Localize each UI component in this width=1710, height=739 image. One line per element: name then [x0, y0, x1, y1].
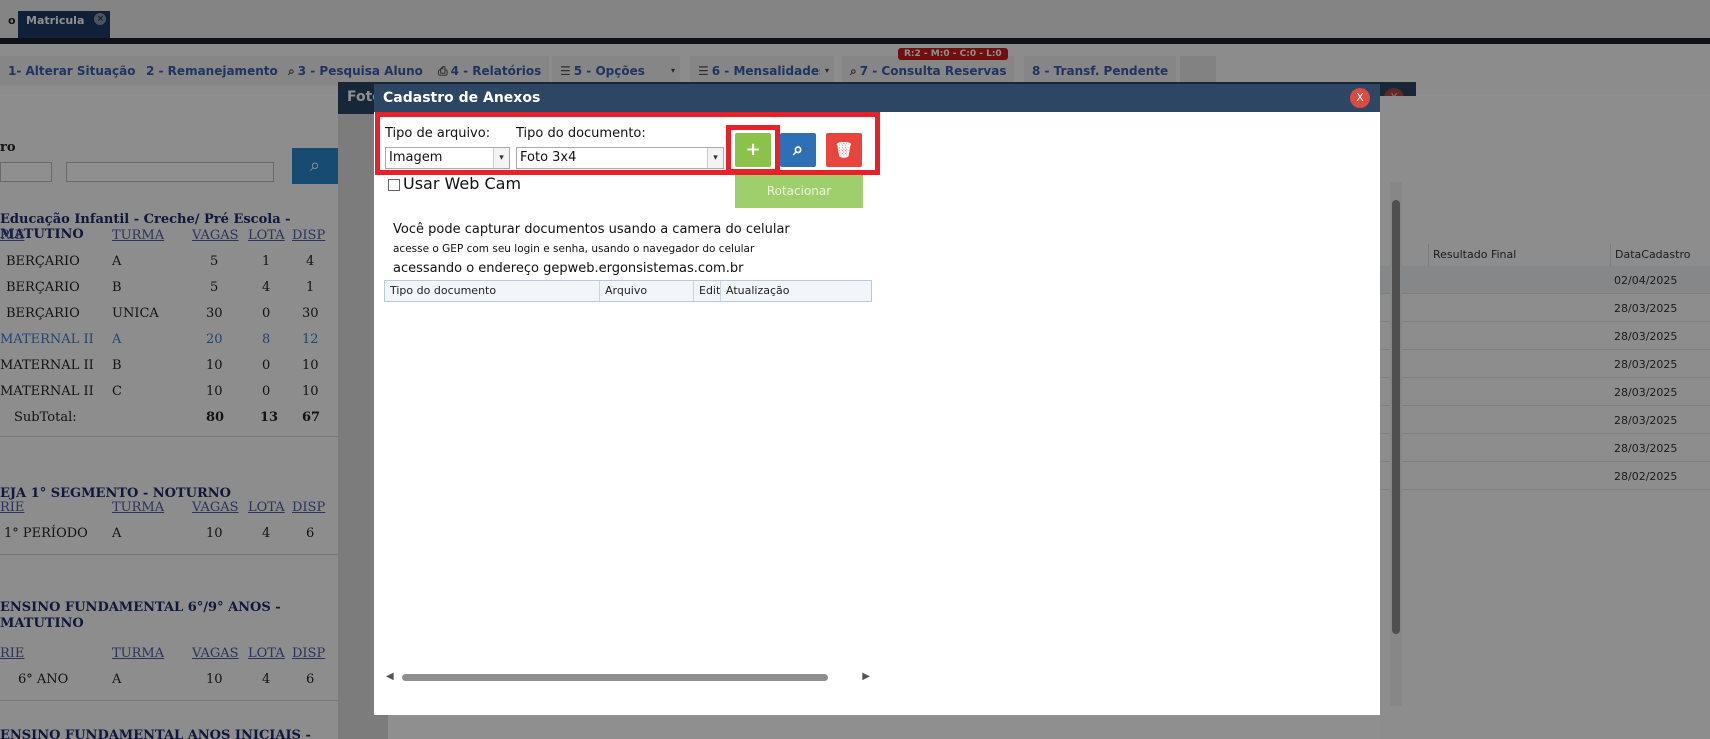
scroll-right-icon[interactable]: ▶ [862, 671, 870, 682]
close-icon[interactable]: X [1350, 88, 1370, 108]
scrollbar-thumb[interactable] [402, 674, 828, 681]
checkbox-box[interactable] [388, 178, 400, 191]
col-tipo-documento[interactable]: Tipo do documento [385, 281, 600, 301]
info-text-line3: acessando o endereço gepweb.ergonsistema… [393, 261, 744, 276]
webcam-label: Usar Web Cam [403, 174, 522, 193]
attachments-grid-header: Tipo do documento Arquivo Edit Atualizaç… [384, 280, 872, 302]
webcam-checkbox[interactable]: Usar Web Cam [388, 174, 521, 193]
scroll-left-icon[interactable]: ◀ [386, 671, 394, 682]
col-edit[interactable]: Edit [694, 281, 721, 301]
info-text-line2: acesse o GEP com seu login e senha, usan… [393, 243, 755, 255]
col-atualizacao[interactable]: Atualização [721, 281, 871, 301]
col-arquivo[interactable]: Arquivo [600, 281, 694, 301]
info-text-line1: Você pode capturar documentos usando a c… [393, 222, 790, 237]
dialog-title: Cadastro de Anexos [383, 90, 541, 106]
highlight-frame-toolbar [375, 112, 880, 175]
cadastro-anexos-dialog: Cadastro de Anexos X Tipo de arquivo: Im… [374, 84, 1380, 715]
dialog-header: Cadastro de Anexos X [374, 84, 1380, 112]
highlight-frame-add-button [726, 125, 780, 174]
horizontal-scrollbar[interactable]: ◀ ▶ [384, 670, 872, 684]
rotate-button[interactable]: Rotacionar [735, 174, 863, 208]
